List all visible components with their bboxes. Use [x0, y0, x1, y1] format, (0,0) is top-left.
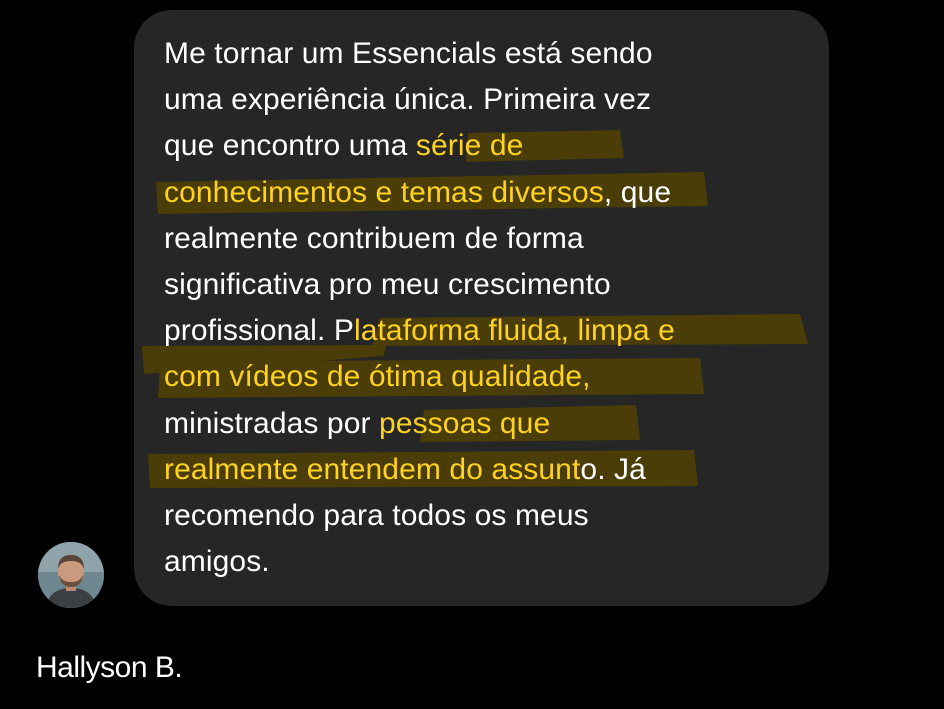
highlighted-text: com vídeos de ótima qualidade,: [164, 360, 591, 394]
message-line: realmente entendem do assunto. Já: [164, 447, 646, 493]
highlighted-text: realmente entendem do assunt: [164, 452, 581, 486]
message-text-segment: realmente contribuem de forma: [164, 221, 584, 255]
highlighted-text: conhecimentos e temas diversos: [164, 175, 604, 209]
message-text-segment: recomendo para todos os meus: [164, 499, 589, 532]
message-line: conhecimentos e temas diversos, que: [164, 170, 671, 216]
highlighted-text: lataforma fluida, limpa e: [353, 314, 675, 348]
message-text-segment: profissional. P: [164, 314, 354, 348]
message-line: realmente contribuem de forma: [164, 216, 584, 262]
message-line: amigos.: [164, 539, 270, 585]
message-line: ministradas por pessoas que: [164, 401, 550, 447]
author-name: Hallyson B.: [36, 651, 183, 684]
highlighted-text: série de: [415, 129, 524, 163]
avatar: [38, 542, 104, 608]
message-text-segment: uma experiência única. Primeira vez: [164, 83, 652, 117]
message-text-segment: ministradas por: [164, 406, 380, 440]
message-text-segment: Me tornar um Essencials está sendo: [164, 37, 653, 70]
message-text-segment: o. Já: [580, 452, 646, 486]
message-line: profissional. Plataforma fluida, limpa e: [164, 308, 675, 354]
message-line: uma experiência única. Primeira vez: [164, 77, 651, 123]
message-line: que encontro uma série de: [164, 123, 523, 169]
message-line: significativa pro meu crescimento: [164, 262, 611, 308]
message-text-segment: significativa pro meu crescimento: [164, 268, 611, 301]
message-text-segment: que encontro uma: [164, 129, 416, 163]
highlighted-text: pessoas que: [379, 406, 551, 440]
message-text-segment: , que: [603, 175, 672, 209]
message-line: Me tornar um Essencials está sendo: [164, 31, 653, 77]
user-avatar-photo-icon: [38, 542, 104, 608]
message-line: recomendo para todos os meus: [164, 493, 589, 539]
message-line: com vídeos de ótima qualidade,: [164, 354, 591, 400]
message-text-segment: amigos.: [164, 545, 270, 579]
